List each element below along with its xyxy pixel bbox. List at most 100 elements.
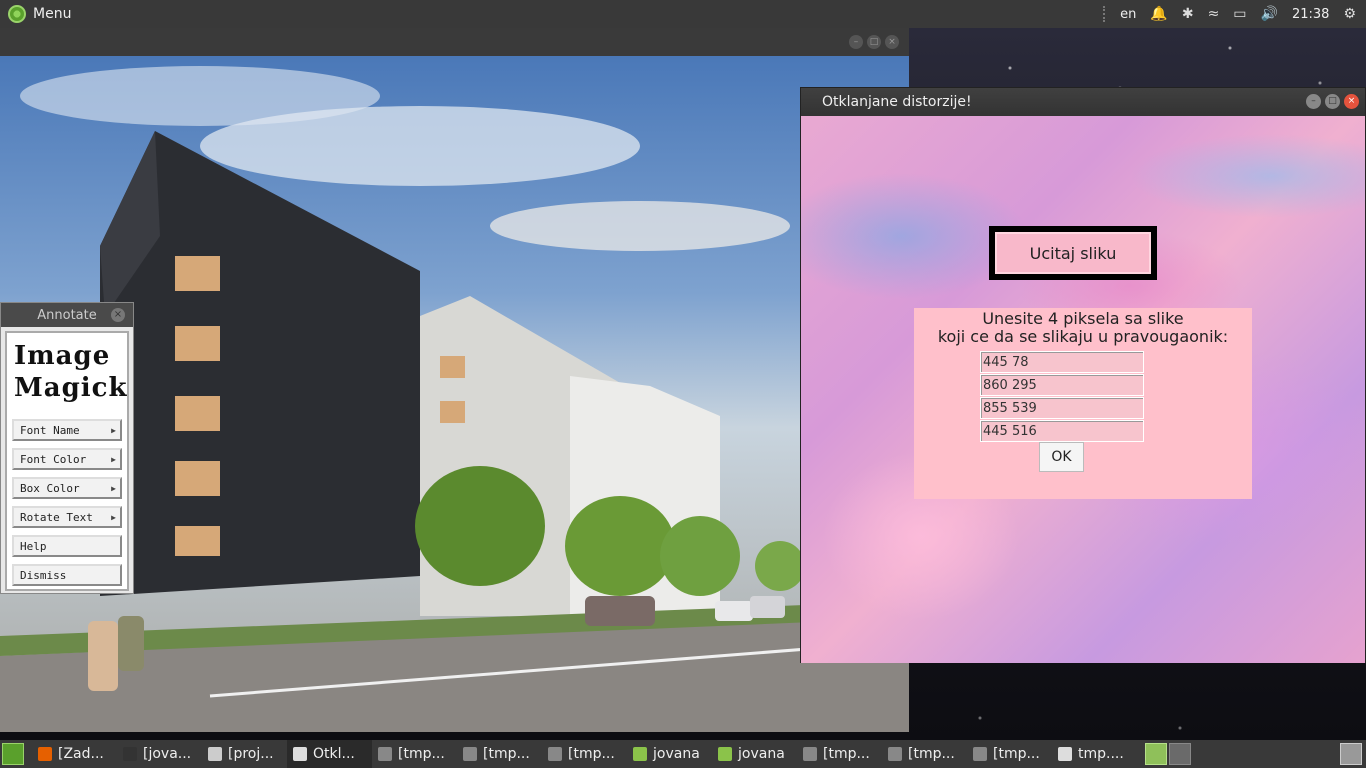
taskbar-item-label: [tmp...	[823, 746, 870, 762]
settings-gear-icon[interactable]: ⚙	[1343, 6, 1356, 22]
bluetooth-icon[interactable]: ✱	[1182, 6, 1194, 22]
rotate-text-label: Rotate Text	[20, 510, 93, 524]
battery-icon[interactable]: ▭	[1233, 6, 1246, 22]
logo-line-1: Image	[14, 341, 111, 371]
menu-button[interactable]: Menu	[0, 0, 71, 28]
taskbar-item[interactable]: Otkl...	[287, 740, 372, 768]
taskbar-item-label: [jova...	[143, 746, 192, 762]
notification-bell-icon[interactable]: 🔔	[1150, 6, 1167, 22]
pixel-input-4[interactable]: 445 516	[980, 420, 1144, 442]
workspace-2[interactable]	[1169, 743, 1191, 765]
panel-grip-icon	[1103, 6, 1106, 22]
taskbar-item-label: Otkl...	[313, 746, 355, 762]
taskbar-item-label: [tmp...	[908, 746, 955, 762]
taskbar-item[interactable]: [tmp...	[372, 740, 457, 768]
font-color-button[interactable]: Font Color ▶	[12, 448, 122, 470]
submenu-arrow-icon: ▶	[111, 425, 116, 435]
submenu-arrow-icon: ▶	[111, 483, 116, 493]
pixel-input-2[interactable]: 860 295	[980, 374, 1144, 396]
box-color-button[interactable]: Box Color ▶	[12, 477, 122, 499]
maximize-icon[interactable]: □	[867, 35, 881, 49]
window-icon	[463, 747, 477, 761]
workspace-switcher	[1145, 743, 1191, 765]
menu-label: Menu	[33, 6, 72, 22]
dismiss-label: Dismiss	[20, 568, 67, 582]
help-button[interactable]: Help	[12, 535, 122, 557]
volume-icon[interactable]: 🔊	[1261, 6, 1278, 22]
mint-logo-icon	[8, 5, 26, 23]
app-title: Otklanjane distorzije!	[822, 94, 972, 110]
window-icon	[973, 747, 987, 761]
font-name-button[interactable]: Font Name ▶	[12, 419, 122, 441]
pixel-input-3[interactable]: 855 539	[980, 397, 1144, 419]
pixel-form: Unesite 4 piksela sa slike koji ce da se…	[914, 308, 1252, 499]
taskbar-item[interactable]: [tmp...	[882, 740, 967, 768]
taskbar-item[interactable]: [tmp...	[797, 740, 882, 768]
font-color-label: Font Color	[20, 452, 87, 466]
system-tray: en 🔔 ✱ ≈ ▭ 🔊 21:38 ⚙	[1103, 6, 1366, 22]
submenu-arrow-icon: ▶	[111, 454, 116, 464]
taskbar-item-label: [tmp...	[483, 746, 530, 762]
minimize-icon[interactable]: –	[1306, 94, 1321, 109]
ok-button[interactable]: OK	[1039, 442, 1084, 472]
annotate-titlebar[interactable]: Annotate ×	[1, 303, 133, 327]
prompt-line-2: koji ce da se slikaju u pravougaonik:	[937, 327, 1229, 346]
load-image-button[interactable]: Ucitaj sliku	[995, 232, 1151, 274]
user-avatar[interactable]	[1340, 743, 1362, 765]
box-color-label: Box Color	[20, 481, 80, 495]
annotate-title: Annotate	[37, 307, 97, 323]
terminal-icon	[123, 747, 137, 761]
image-viewer-titlebar[interactable]: – □ ×	[0, 28, 909, 56]
wifi-icon[interactable]: ≈	[1208, 6, 1220, 22]
text-editor-icon	[208, 747, 222, 761]
taskbar-item-label: [Zad...	[58, 746, 104, 762]
keyboard-layout[interactable]: en	[1120, 7, 1136, 22]
clock[interactable]: 21:38	[1292, 7, 1329, 22]
annotate-window: Annotate × Image Magick Font Name ▶ Font…	[0, 302, 134, 594]
close-icon[interactable]: ×	[885, 35, 899, 49]
taskbar-item-label: [tmp...	[398, 746, 445, 762]
taskbar: [Zad... [jova... [proj... Otkl... [tmp... [tm…	[0, 740, 1366, 768]
rotate-text-button[interactable]: Rotate Text ▶	[12, 506, 122, 528]
taskbar-item[interactable]: [jova...	[117, 740, 202, 768]
taskbar-item[interactable]: jovana	[712, 740, 797, 768]
maximize-icon[interactable]: □	[1325, 94, 1340, 109]
close-icon[interactable]: ×	[1344, 94, 1359, 109]
taskbar-item-label: [tmp...	[568, 746, 615, 762]
taskbar-item[interactable]: [tmp...	[457, 740, 542, 768]
pixel-input-1[interactable]: 445 78	[980, 351, 1144, 373]
app-titlebar[interactable]: Otklanjane distorzije! – □ ×	[801, 88, 1365, 116]
window-icon	[1058, 747, 1072, 761]
window-icon	[548, 747, 562, 761]
window-icon	[378, 747, 392, 761]
close-icon[interactable]: ×	[111, 308, 125, 322]
taskbar-item[interactable]: tmp....	[1052, 740, 1137, 768]
show-desktop-icon[interactable]	[2, 743, 24, 765]
dismiss-button[interactable]: Dismiss	[12, 564, 122, 586]
taskbar-item[interactable]: [tmp...	[967, 740, 1052, 768]
minimize-icon[interactable]: –	[849, 35, 863, 49]
taskbar-item-label: tmp....	[1078, 746, 1124, 762]
building-photo	[0, 56, 909, 732]
prompt-line-1: Unesite 4 piksela sa slike	[982, 309, 1184, 328]
workspace-1[interactable]	[1145, 743, 1167, 765]
font-name-label: Font Name	[20, 423, 80, 437]
taskbar-item[interactable]: [proj...	[202, 740, 287, 768]
taskbar-item[interactable]: [tmp...	[542, 740, 627, 768]
top-panel: Menu en 🔔 ✱ ≈ ▭ 🔊 21:38 ⚙	[0, 0, 1366, 28]
building-illustration	[0, 66, 909, 732]
taskbar-item[interactable]: jovana	[627, 740, 712, 768]
taskbar-item-label: [tmp...	[993, 746, 1040, 762]
task-list: [Zad... [jova... [proj... Otkl... [tmp... [tm…	[32, 740, 1137, 768]
logo-line-2: Magick	[14, 373, 128, 403]
taskbar-item-label: [proj...	[228, 746, 274, 762]
window-icon	[293, 747, 307, 761]
folder-icon	[633, 747, 647, 761]
taskbar-item-label: jovana	[653, 746, 700, 762]
distortion-app-window: Otklanjane distorzije! – □ × Ucitaj slik…	[800, 87, 1366, 663]
taskbar-item[interactable]: [Zad...	[32, 740, 117, 768]
app-background: Ucitaj sliku Unesite 4 piksela sa slike …	[801, 116, 1365, 663]
taskbar-item-label: jovana	[738, 746, 785, 762]
submenu-arrow-icon: ▶	[111, 512, 116, 522]
window-icon	[888, 747, 902, 761]
